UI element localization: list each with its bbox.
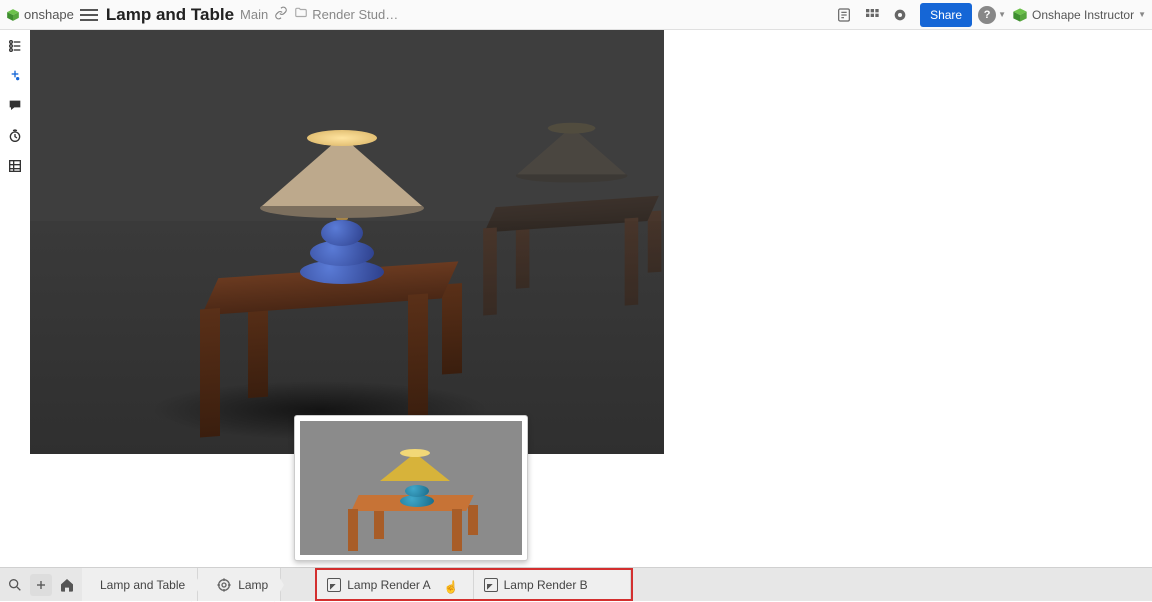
folder-name[interactable]: Render Stud… [312,7,398,22]
bottom-tab-bar: Lamp and Table Lamp Lamp Render A ☝ Lamp… [0,567,1152,601]
insert-icon[interactable] [5,66,25,86]
tab-label: Lamp and Table [100,578,185,592]
document-branch[interactable]: Main [240,7,268,22]
hamburger-menu-icon[interactable] [80,6,98,24]
onshape-cube-icon [6,8,20,22]
comments-icon[interactable] [5,96,25,116]
tab-lamp-render-a[interactable]: Lamp Render A ☝ [317,570,473,599]
tab-preview-image [300,421,522,555]
document-info-icon[interactable] [835,6,853,24]
cursor-hand-icon: ☝ [444,580,459,594]
search-tabs-icon[interactable] [4,574,26,596]
user-name-label: Onshape Instructor [1032,8,1134,22]
tab-label: Lamp Render A [347,578,430,592]
tab-preview-tooltip [294,415,528,561]
assembly-icon [216,577,232,593]
link-icon[interactable] [274,6,288,23]
render-tabs-highlight-box: Lamp Render A ☝ Lamp Render B [315,568,632,601]
tab-lamp-render-b[interactable]: Lamp Render B [474,570,631,599]
header-bar: onshape Lamp and Table Main Render Stud…… [0,0,1152,30]
left-toolbar [0,30,30,567]
share-button[interactable]: Share [920,3,972,27]
image-icon [484,578,498,592]
bom-grid-icon[interactable] [5,156,25,176]
user-cube-icon [1012,7,1028,23]
render-viewport[interactable] [30,30,664,454]
brand-logo[interactable]: onshape [6,7,74,22]
history-icon[interactable] [5,126,25,146]
help-icon: ? [978,6,996,24]
tab-label: Lamp [238,578,268,592]
user-menu[interactable]: Onshape Instructor ▼ [1012,7,1146,23]
help-menu[interactable]: ? ▼ [978,6,1006,24]
folder-icon [294,6,308,23]
tab-label: Lamp Render B [504,578,588,592]
caret-down-icon: ▼ [998,10,1006,19]
caret-down-icon: ▼ [1138,10,1146,19]
add-tab-icon[interactable] [30,574,52,596]
home-tab-icon[interactable] [56,574,78,596]
notifications-icon[interactable] [891,6,909,24]
canvas-area [30,30,1152,567]
render-lamp-shade [262,126,422,212]
app-switcher-icon[interactable] [863,6,881,24]
tab-lamp-and-table[interactable]: Lamp and Table [82,568,198,601]
document-title[interactable]: Lamp and Table [106,5,234,25]
image-icon [327,578,341,592]
tab-lamp[interactable]: Lamp [198,568,281,601]
brand-name: onshape [24,7,74,22]
feature-tree-icon[interactable] [5,36,25,56]
